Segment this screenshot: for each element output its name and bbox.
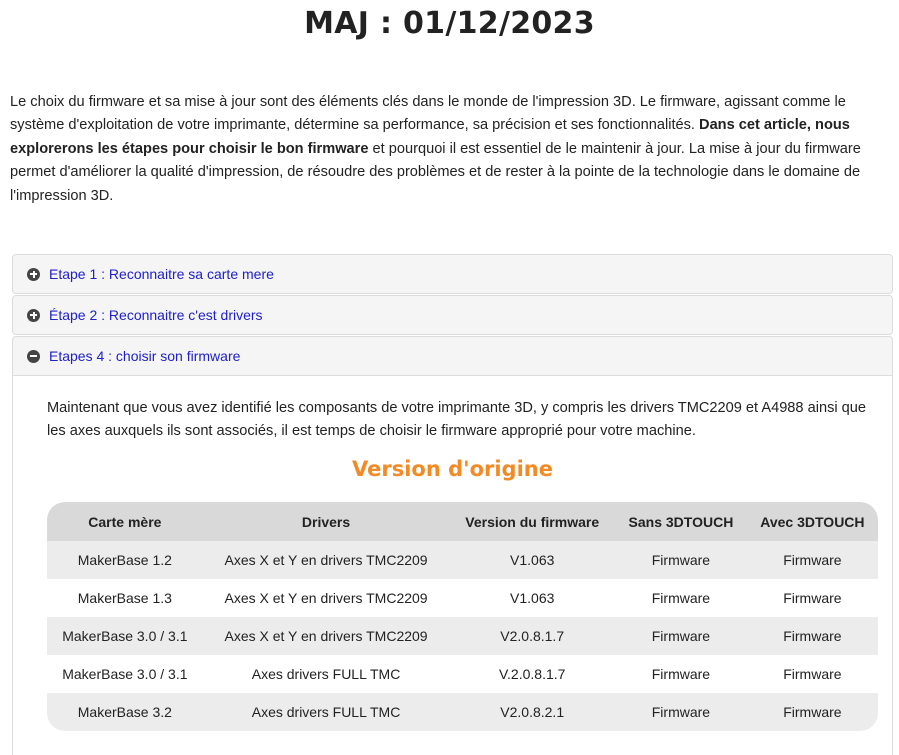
column-header-drivers: Drivers xyxy=(202,502,450,541)
accordion-header-step4[interactable]: Etapes 4 : choisir son firmware xyxy=(13,337,892,375)
firmware-link-with-3dtouch[interactable]: Firmware xyxy=(746,579,878,617)
firmware-link-with-3dtouch[interactable]: Firmware xyxy=(746,541,878,579)
plus-circle-icon xyxy=(27,267,40,281)
firmware-link-with-3dtouch[interactable]: Firmware xyxy=(746,617,878,655)
table-row: MakerBase 3.0 / 3.1 Axes X et Y en drive… xyxy=(47,617,878,655)
firmware-link-with-3dtouch[interactable]: Firmware xyxy=(746,655,878,693)
drivers-cell: Axes X et Y en drivers TMC2209 xyxy=(202,541,450,579)
firmware-link-without-3dtouch[interactable]: Firmware xyxy=(615,655,747,693)
board-cell: MakerBase 1.2 xyxy=(47,541,203,579)
table-row: MakerBase 1.3 Axes X et Y en drivers TMC… xyxy=(47,579,878,617)
accordion-panel-step4: Maintenant que vous avez identifié les c… xyxy=(12,375,893,755)
accordion-item-step2: Étape 2 : Reconnaitre c'est drivers xyxy=(12,295,893,335)
firmware-table: Carte mère Drivers Version du firmware S… xyxy=(47,502,878,731)
firmware-link-with-3dtouch[interactable]: Firmware xyxy=(746,693,878,731)
intro-paragraph: Le choix du firmware et sa mise à jour s… xyxy=(10,91,890,208)
plus-circle-icon xyxy=(27,308,40,322)
accordion-label-step4: Etapes 4 : choisir son firmware xyxy=(49,348,241,364)
firmware-link-without-3dtouch[interactable]: Firmware xyxy=(615,693,747,731)
version-cell: V1.063 xyxy=(449,541,616,579)
firmware-intro-text: Maintenant que vous avez identifié les c… xyxy=(47,400,867,440)
minus-circle-icon xyxy=(27,349,40,363)
section-title: Version d'origine xyxy=(352,457,553,481)
column-header-with-3dtouch: Avec 3DTOUCH xyxy=(746,502,878,541)
steps-accordion: Etape 1 : Reconnaitre sa carte mere Étap… xyxy=(12,254,893,755)
accordion-item-step4: Etapes 4 : choisir son firmware xyxy=(12,336,893,375)
table-row: MakerBase 1.2 Axes X et Y en drivers TMC… xyxy=(47,541,878,579)
board-cell: MakerBase 3.0 / 3.1 xyxy=(47,617,203,655)
board-cell: MakerBase 1.3 xyxy=(47,579,203,617)
version-cell: V2.0.8.2.1 xyxy=(449,693,616,731)
firmware-link-without-3dtouch[interactable]: Firmware xyxy=(615,579,747,617)
accordion-label-step1: Etape 1 : Reconnaitre sa carte mere xyxy=(49,266,274,282)
page-title: MAJ : 01/12/2023 xyxy=(304,6,595,41)
drivers-cell: Axes drivers FULL TMC xyxy=(202,693,450,731)
accordion-item-step1: Etape 1 : Reconnaitre sa carte mere xyxy=(12,254,893,294)
column-header-without-3dtouch: Sans 3DTOUCH xyxy=(615,502,747,541)
table-header-row: Carte mère Drivers Version du firmware S… xyxy=(47,502,878,541)
accordion-label-step2: Étape 2 : Reconnaitre c'est drivers xyxy=(49,307,263,323)
board-cell: MakerBase 3.2 xyxy=(47,693,203,731)
drivers-cell: Axes X et Y en drivers TMC2209 xyxy=(202,579,450,617)
firmware-link-without-3dtouch[interactable]: Firmware xyxy=(615,541,747,579)
version-cell: V1.063 xyxy=(449,579,616,617)
drivers-cell: Axes X et Y en drivers TMC2209 xyxy=(202,617,450,655)
firmware-link-without-3dtouch[interactable]: Firmware xyxy=(615,617,747,655)
table-row: MakerBase 3.2 Axes drivers FULL TMC V2.0… xyxy=(47,693,878,731)
column-header-board: Carte mère xyxy=(47,502,203,541)
accordion-header-step2[interactable]: Étape 2 : Reconnaitre c'est drivers xyxy=(13,296,892,334)
drivers-cell: Axes drivers FULL TMC xyxy=(202,655,450,693)
board-cell: MakerBase 3.0 / 3.1 xyxy=(47,655,203,693)
accordion-header-step1[interactable]: Etape 1 : Reconnaitre sa carte mere xyxy=(13,255,892,293)
table-row: MakerBase 3.0 / 3.1 Axes drivers FULL TM… xyxy=(47,655,878,693)
version-cell: V.2.0.8.1.7 xyxy=(449,655,616,693)
version-cell: V2.0.8.1.7 xyxy=(449,617,616,655)
column-header-version: Version du firmware xyxy=(449,502,616,541)
